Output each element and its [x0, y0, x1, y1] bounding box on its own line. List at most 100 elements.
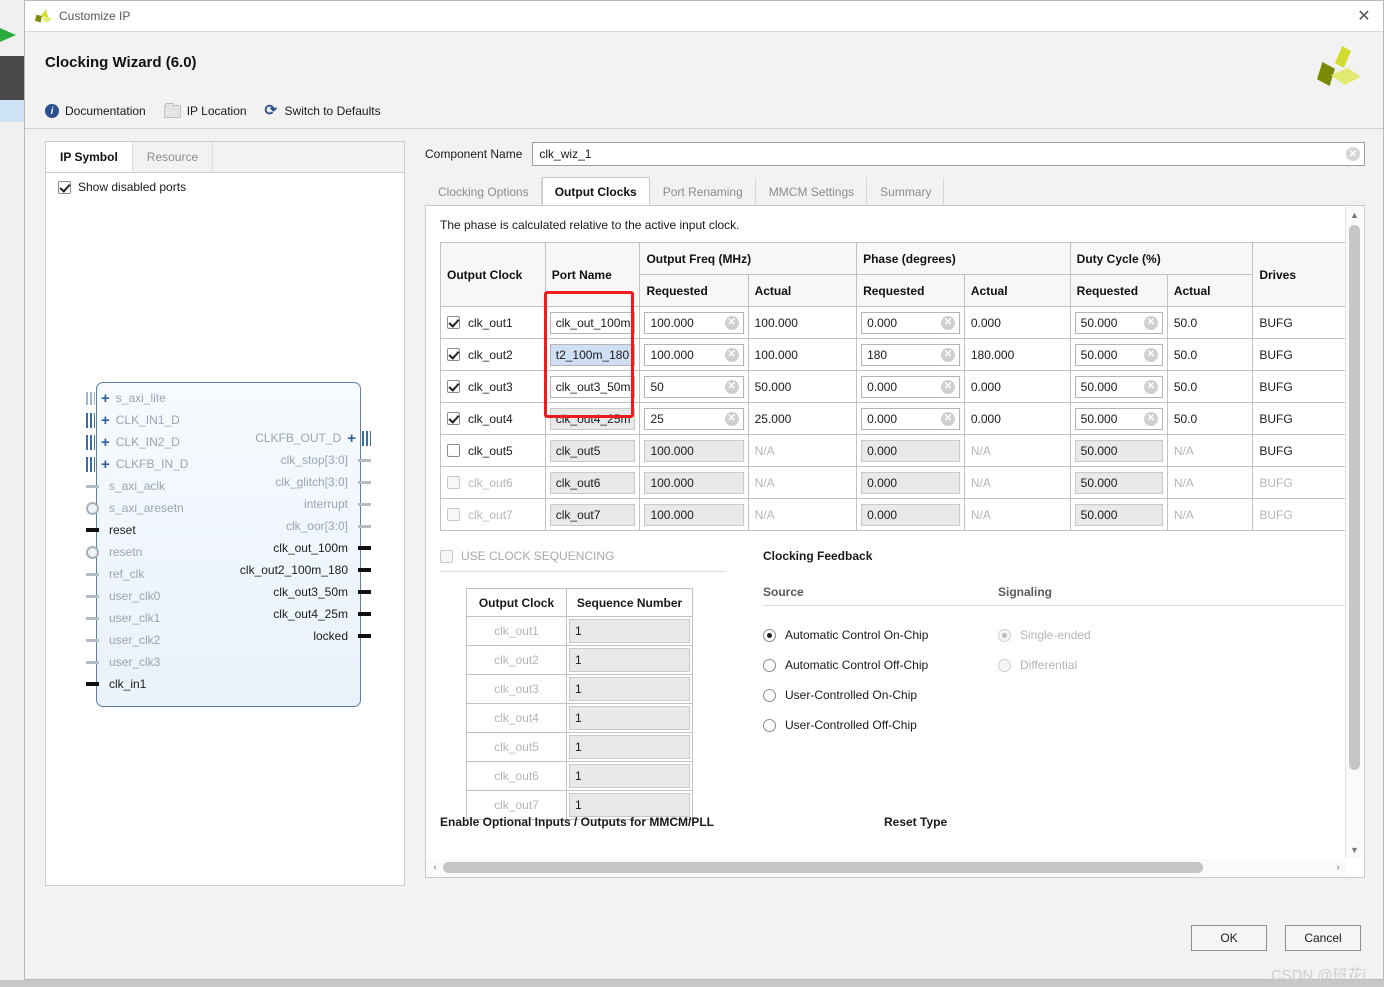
cell-output-clock[interactable]: clk_out6 — [440, 466, 546, 499]
documentation-button[interactable]: i Documentation — [45, 104, 146, 118]
cell-output-clock[interactable]: clk_out7 — [440, 498, 546, 531]
cell-phase-requested[interactable]: 0.000 ✕ — [856, 402, 965, 435]
cell-seq-number[interactable]: 1 — [566, 703, 693, 733]
cell-input[interactable]: 180 ✕ — [861, 343, 960, 366]
cell-output-clock[interactable]: clk_out4 — [440, 402, 546, 435]
source-option-automatic-control-on-chip[interactable]: Automatic Control On-Chip — [763, 620, 998, 650]
cell-output-clock[interactable]: clk_out1 — [440, 306, 546, 339]
cell-input[interactable]: 0.000 ✕ — [861, 311, 960, 334]
cell-input[interactable]: 100.000 — [644, 471, 744, 494]
cell-input[interactable]: 50.000 ✕ — [1074, 343, 1163, 366]
row-checkbox[interactable] — [447, 412, 460, 425]
cell-input[interactable]: 100.000 ✕ — [644, 343, 744, 366]
cell-input[interactable]: 100.000 ✕ — [644, 311, 744, 334]
cell-input[interactable]: 25 ✕ — [644, 407, 744, 430]
row-checkbox[interactable] — [447, 508, 460, 521]
cell-input[interactable]: 100.000 — [644, 503, 744, 526]
cell-input[interactable]: 50.000 — [1074, 503, 1163, 526]
scroll-left-arrow-icon[interactable]: ‹ — [427, 862, 443, 873]
cancel-button[interactable]: Cancel — [1285, 925, 1361, 951]
expand-icon[interactable]: + — [101, 412, 110, 429]
cell-phase-requested[interactable]: 0.000 ✕ — [856, 370, 965, 403]
cell-input[interactable]: 50.000 — [1074, 439, 1163, 462]
clear-icon[interactable]: ✕ — [940, 379, 955, 394]
cell-duty-requested[interactable]: 50.000 ✕ — [1069, 338, 1168, 371]
radio-button[interactable] — [763, 688, 776, 702]
cell-duty-requested[interactable]: 50.000 ✕ — [1069, 402, 1168, 435]
cell-input[interactable]: clk_out7 — [549, 503, 636, 526]
use-clock-sequencing-checkbox[interactable]: USE CLOCK SEQUENCING — [440, 549, 725, 563]
cell-port-name[interactable]: clk_out7 — [544, 498, 641, 531]
cell-freq-requested[interactable]: 100.000 — [639, 466, 749, 499]
cell-input[interactable]: 0.000 — [861, 439, 960, 462]
cell-input[interactable]: 50.000 ✕ — [1074, 375, 1163, 398]
close-icon[interactable]: ✕ — [1351, 3, 1377, 29]
cell-output-clock[interactable]: clk_out2 — [440, 338, 546, 371]
scroll-up-arrow-icon[interactable]: ▲ — [1346, 207, 1363, 223]
cell-port-name[interactable]: clk_out6 — [544, 466, 641, 499]
cell-seq-number[interactable]: 1 — [566, 645, 693, 675]
clear-icon[interactable]: ✕ — [724, 315, 739, 330]
cell-input[interactable]: 50.000 ✕ — [1074, 407, 1163, 430]
cell-output-clock[interactable]: clk_out3 — [440, 370, 546, 403]
clear-icon[interactable]: ✕ — [940, 411, 955, 426]
radio-button[interactable] — [763, 628, 776, 642]
clear-icon[interactable]: ✕ — [724, 379, 739, 394]
expand-icon[interactable]: + — [101, 434, 110, 451]
cell-seq-number[interactable]: 1 — [566, 616, 693, 646]
radio-button[interactable] — [763, 718, 776, 732]
cell-freq-requested[interactable]: 100.000 — [639, 434, 749, 467]
cell-input[interactable]: 0.000 ✕ — [861, 375, 960, 398]
cell-input[interactable]: clk_out_100m — [549, 311, 636, 334]
cell-port-name[interactable]: t2_100m_180 — [544, 338, 641, 371]
cell-input[interactable]: clk_out3_50m — [549, 375, 636, 398]
row-checkbox[interactable] — [447, 380, 460, 393]
row-checkbox[interactable] — [447, 444, 460, 457]
clear-icon[interactable]: ✕ — [1143, 379, 1158, 394]
cell-duty-requested[interactable]: 50.000 ✕ — [1069, 306, 1168, 339]
tab-output-clocks[interactable]: Output Clocks — [541, 177, 650, 205]
expand-icon[interactable]: + — [101, 390, 110, 407]
tab-summary[interactable]: Summary — [867, 177, 945, 205]
switch-to-defaults-button[interactable]: ⟳ Switch to Defaults — [265, 103, 381, 118]
cell-phase-requested[interactable]: 0.000 — [856, 498, 965, 531]
cell-phase-requested[interactable]: 0.000 — [856, 466, 965, 499]
cell-input[interactable]: 0.000 — [861, 471, 960, 494]
cell-port-name[interactable]: clk_out5 — [544, 434, 641, 467]
source-option-user-controlled-off-chip[interactable]: User-Controlled Off-Chip — [763, 710, 998, 740]
cell-input[interactable]: 0.000 — [861, 503, 960, 526]
ip-location-button[interactable]: IP Location — [163, 102, 247, 118]
horizontal-scroll-track[interactable] — [443, 862, 1330, 873]
horizontal-scroll-thumb[interactable] — [443, 862, 1203, 873]
row-checkbox[interactable] — [447, 316, 460, 329]
cell-duty-requested[interactable]: 50.000 — [1069, 434, 1168, 467]
cell-input[interactable]: clk_out4_25m — [549, 407, 636, 430]
tab-clocking-options[interactable]: Clocking Options — [425, 177, 542, 205]
cell-freq-requested[interactable]: 100.000 ✕ — [639, 306, 749, 339]
cell-input[interactable]: clk_out6 — [549, 471, 636, 494]
clear-icon[interactable]: ✕ — [940, 347, 955, 362]
expand-icon[interactable]: + — [347, 430, 356, 447]
clear-icon[interactable]: ✕ — [940, 315, 955, 330]
cell-input[interactable]: clk_out5 — [549, 439, 636, 462]
component-name-input[interactable]: clk_wiz_1 ✕ — [532, 142, 1365, 166]
cell-freq-requested[interactable]: 50 ✕ — [639, 370, 749, 403]
ok-button[interactable]: OK — [1191, 925, 1267, 951]
clear-icon[interactable]: ✕ — [1143, 347, 1158, 362]
radio-button[interactable] — [763, 658, 776, 672]
cell-seq-number[interactable]: 1 — [566, 674, 693, 704]
cell-freq-requested[interactable]: 25 ✕ — [639, 402, 749, 435]
cell-freq-requested[interactable]: 100.000 — [639, 498, 749, 531]
source-option-automatic-control-off-chip[interactable]: Automatic Control Off-Chip — [763, 650, 998, 680]
clear-icon[interactable]: ✕ — [1346, 147, 1360, 161]
cell-phase-requested[interactable]: 0.000 — [856, 434, 965, 467]
cell-input[interactable]: 50.000 — [1074, 471, 1163, 494]
cell-input[interactable]: 50.000 ✕ — [1074, 311, 1163, 334]
clear-icon[interactable]: ✕ — [1143, 411, 1158, 426]
cell-duty-requested[interactable]: 50.000 — [1069, 498, 1168, 531]
clear-icon[interactable]: ✕ — [1143, 315, 1158, 330]
cell-input[interactable]: 0.000 ✕ — [861, 407, 960, 430]
cell-seq-number[interactable]: 1 — [566, 761, 693, 791]
clear-icon[interactable]: ✕ — [724, 411, 739, 426]
cell-freq-requested[interactable]: 100.000 ✕ — [639, 338, 749, 371]
